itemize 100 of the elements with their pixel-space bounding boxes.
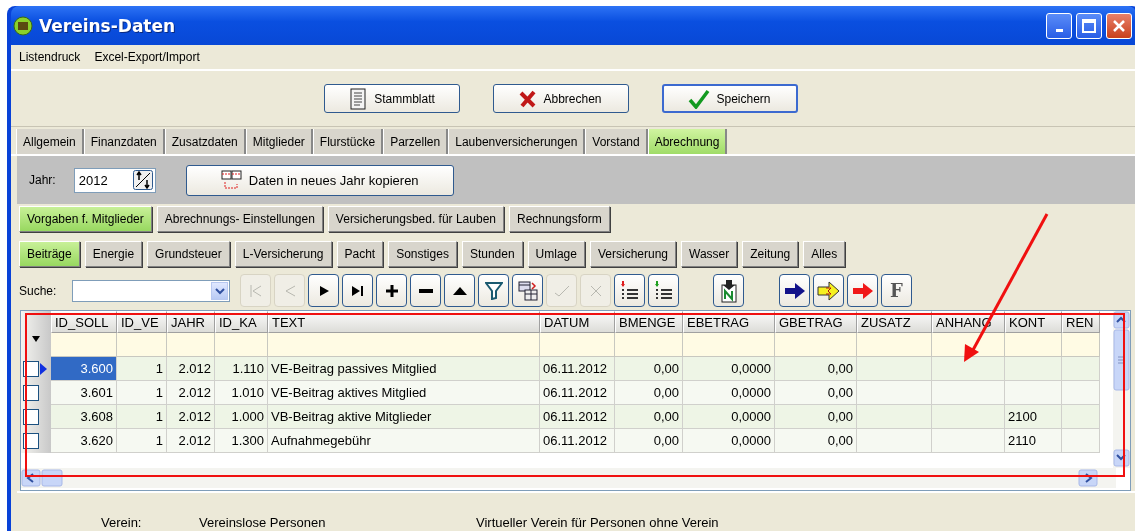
subtab[interactable]: Abrechnungs- Einstellungen (156, 206, 323, 232)
table-cell (1062, 405, 1100, 429)
filter-cell[interactable] (51, 333, 117, 357)
filter-cell[interactable] (932, 333, 1005, 357)
tab[interactable]: Allgemein (16, 129, 84, 154)
column-header[interactable]: BMENGE (615, 311, 683, 333)
table-cell: 1.110 (215, 357, 268, 381)
table-cell (1062, 429, 1100, 453)
table-cell: 2.012 (167, 381, 215, 405)
table-cell: VE-Beitrag aktives Mitglied (268, 381, 540, 405)
table-cell: 3.600 (51, 357, 117, 381)
filter-cell[interactable] (857, 333, 932, 357)
tab[interactable]: Parzellen (383, 129, 449, 154)
year-label: Jahr: (29, 173, 56, 187)
column-header[interactable]: DATUM (540, 311, 615, 333)
column-header[interactable]: ZUSATZ (857, 311, 932, 333)
column-header[interactable]: REN (1062, 311, 1100, 333)
column-header[interactable]: TEXT (268, 311, 540, 333)
tab[interactable]: Mitglieder (245, 129, 313, 154)
column-header[interactable]: KONT (1005, 311, 1062, 333)
column-header[interactable]: ID_VE (117, 311, 167, 333)
document-icon (719, 278, 738, 303)
horizontal-scrollbar[interactable] (21, 468, 1116, 488)
toolbar-button[interactable] (614, 274, 645, 307)
column-header[interactable]: GBETRAG (775, 311, 857, 333)
category-tab[interactable]: Sonstiges (388, 241, 457, 267)
column-header[interactable]: ID_KA (215, 311, 268, 333)
checkmark-icon (688, 88, 711, 109)
category-tab[interactable]: Beiträge (19, 241, 80, 267)
table-cell: 0,00 (775, 429, 857, 453)
category-tab[interactable]: Stunden (461, 241, 523, 267)
toolbar-button[interactable] (342, 274, 373, 307)
category-tab[interactable]: Zeitung (742, 241, 799, 267)
letter-button[interactable]: F (881, 274, 912, 307)
category-tab[interactable]: Grundsteuer (147, 241, 230, 267)
toolbar-button[interactable] (847, 274, 878, 307)
filter-cell[interactable] (1005, 333, 1062, 357)
filter-cell[interactable] (215, 333, 268, 357)
table-cell: 1 (117, 429, 167, 453)
subtab[interactable]: Rechnungsform (509, 206, 610, 232)
menu-item[interactable]: Listendruck (19, 50, 81, 64)
tab[interactable]: Laubenversicherungen (448, 129, 586, 154)
category-tab[interactable]: Energie (84, 241, 143, 267)
menu-item[interactable]: Excel-Export/Import (94, 50, 200, 64)
table-cell (1005, 381, 1062, 405)
plus-icon (384, 283, 399, 298)
filter-cell[interactable] (615, 333, 683, 357)
subtab[interactable]: Vorgaben f. Mitglieder (19, 206, 152, 232)
filter-cell[interactable] (540, 333, 615, 357)
filter-cell[interactable] (268, 333, 540, 357)
sheet-button[interactable]: Stammblatt (323, 84, 460, 113)
table-cell: 3.620 (51, 429, 117, 453)
column-header[interactable]: JAHR (167, 311, 215, 333)
column-header[interactable]: ID_SOLL (51, 311, 117, 333)
category-tab[interactable]: Umlage (527, 241, 585, 267)
copy-year-button[interactable]: Daten in neues Jahr kopieren (185, 164, 454, 196)
filter-cell[interactable] (1062, 333, 1100, 357)
toolbar-button[interactable] (376, 274, 407, 307)
filter-cell[interactable] (775, 333, 857, 357)
table-cell: 2100 (1005, 405, 1062, 429)
tab[interactable]: Vorstand (585, 129, 648, 154)
toolbar-button[interactable] (648, 274, 679, 307)
toolbar-button[interactable] (813, 274, 844, 307)
toolbar-button[interactable] (779, 274, 810, 307)
table-cell: Aufnahmegebühr (268, 429, 540, 453)
tab[interactable]: Zusatzdaten (164, 129, 246, 154)
subtab[interactable]: Versicherungsbed. für Lauben (327, 206, 504, 232)
table-cell: 3.601 (51, 381, 117, 405)
tab[interactable]: Flurstücke (312, 129, 384, 154)
tab[interactable]: Abrechnung (647, 129, 728, 154)
dropdown-button[interactable] (211, 281, 228, 300)
category-tab[interactable]: Wasser (681, 241, 738, 267)
close-button[interactable] (1106, 12, 1132, 39)
category-tab[interactable]: L-Versicherung (234, 241, 332, 267)
year-field[interactable]: 2012 (73, 167, 156, 193)
chevron-down-icon (214, 286, 225, 295)
toolbar-button[interactable] (308, 274, 339, 307)
window-title: Vereins-Daten (39, 15, 177, 36)
filter-cell[interactable] (117, 333, 167, 357)
toolbar-button[interactable] (410, 274, 441, 307)
category-tab[interactable]: Versicherung (589, 241, 676, 267)
maximize-icon (1082, 18, 1096, 33)
row-indicator[interactable] (21, 429, 51, 453)
category-tab[interactable]: Alles (803, 241, 846, 267)
tab[interactable]: Finanzdaten (83, 129, 165, 154)
maximize-button[interactable] (1076, 12, 1102, 39)
filter-cell[interactable] (167, 333, 215, 357)
category-tab[interactable]: Pacht (336, 241, 384, 267)
toolbar-button[interactable] (713, 274, 744, 307)
filter-cell[interactable] (683, 333, 775, 357)
toolbar-button[interactable] (512, 274, 543, 307)
year-input[interactable]: 2012 (78, 172, 129, 188)
minimize-button[interactable] (1046, 12, 1072, 39)
list-icon (653, 279, 674, 302)
cancel-button[interactable]: Abbrechen (492, 84, 629, 113)
column-header[interactable]: EBETRAG (683, 311, 775, 333)
toolbar-button[interactable] (478, 274, 509, 307)
search-field[interactable] (72, 279, 230, 302)
save-button[interactable]: Speichern (661, 84, 798, 113)
toolbar-button[interactable] (444, 274, 475, 307)
